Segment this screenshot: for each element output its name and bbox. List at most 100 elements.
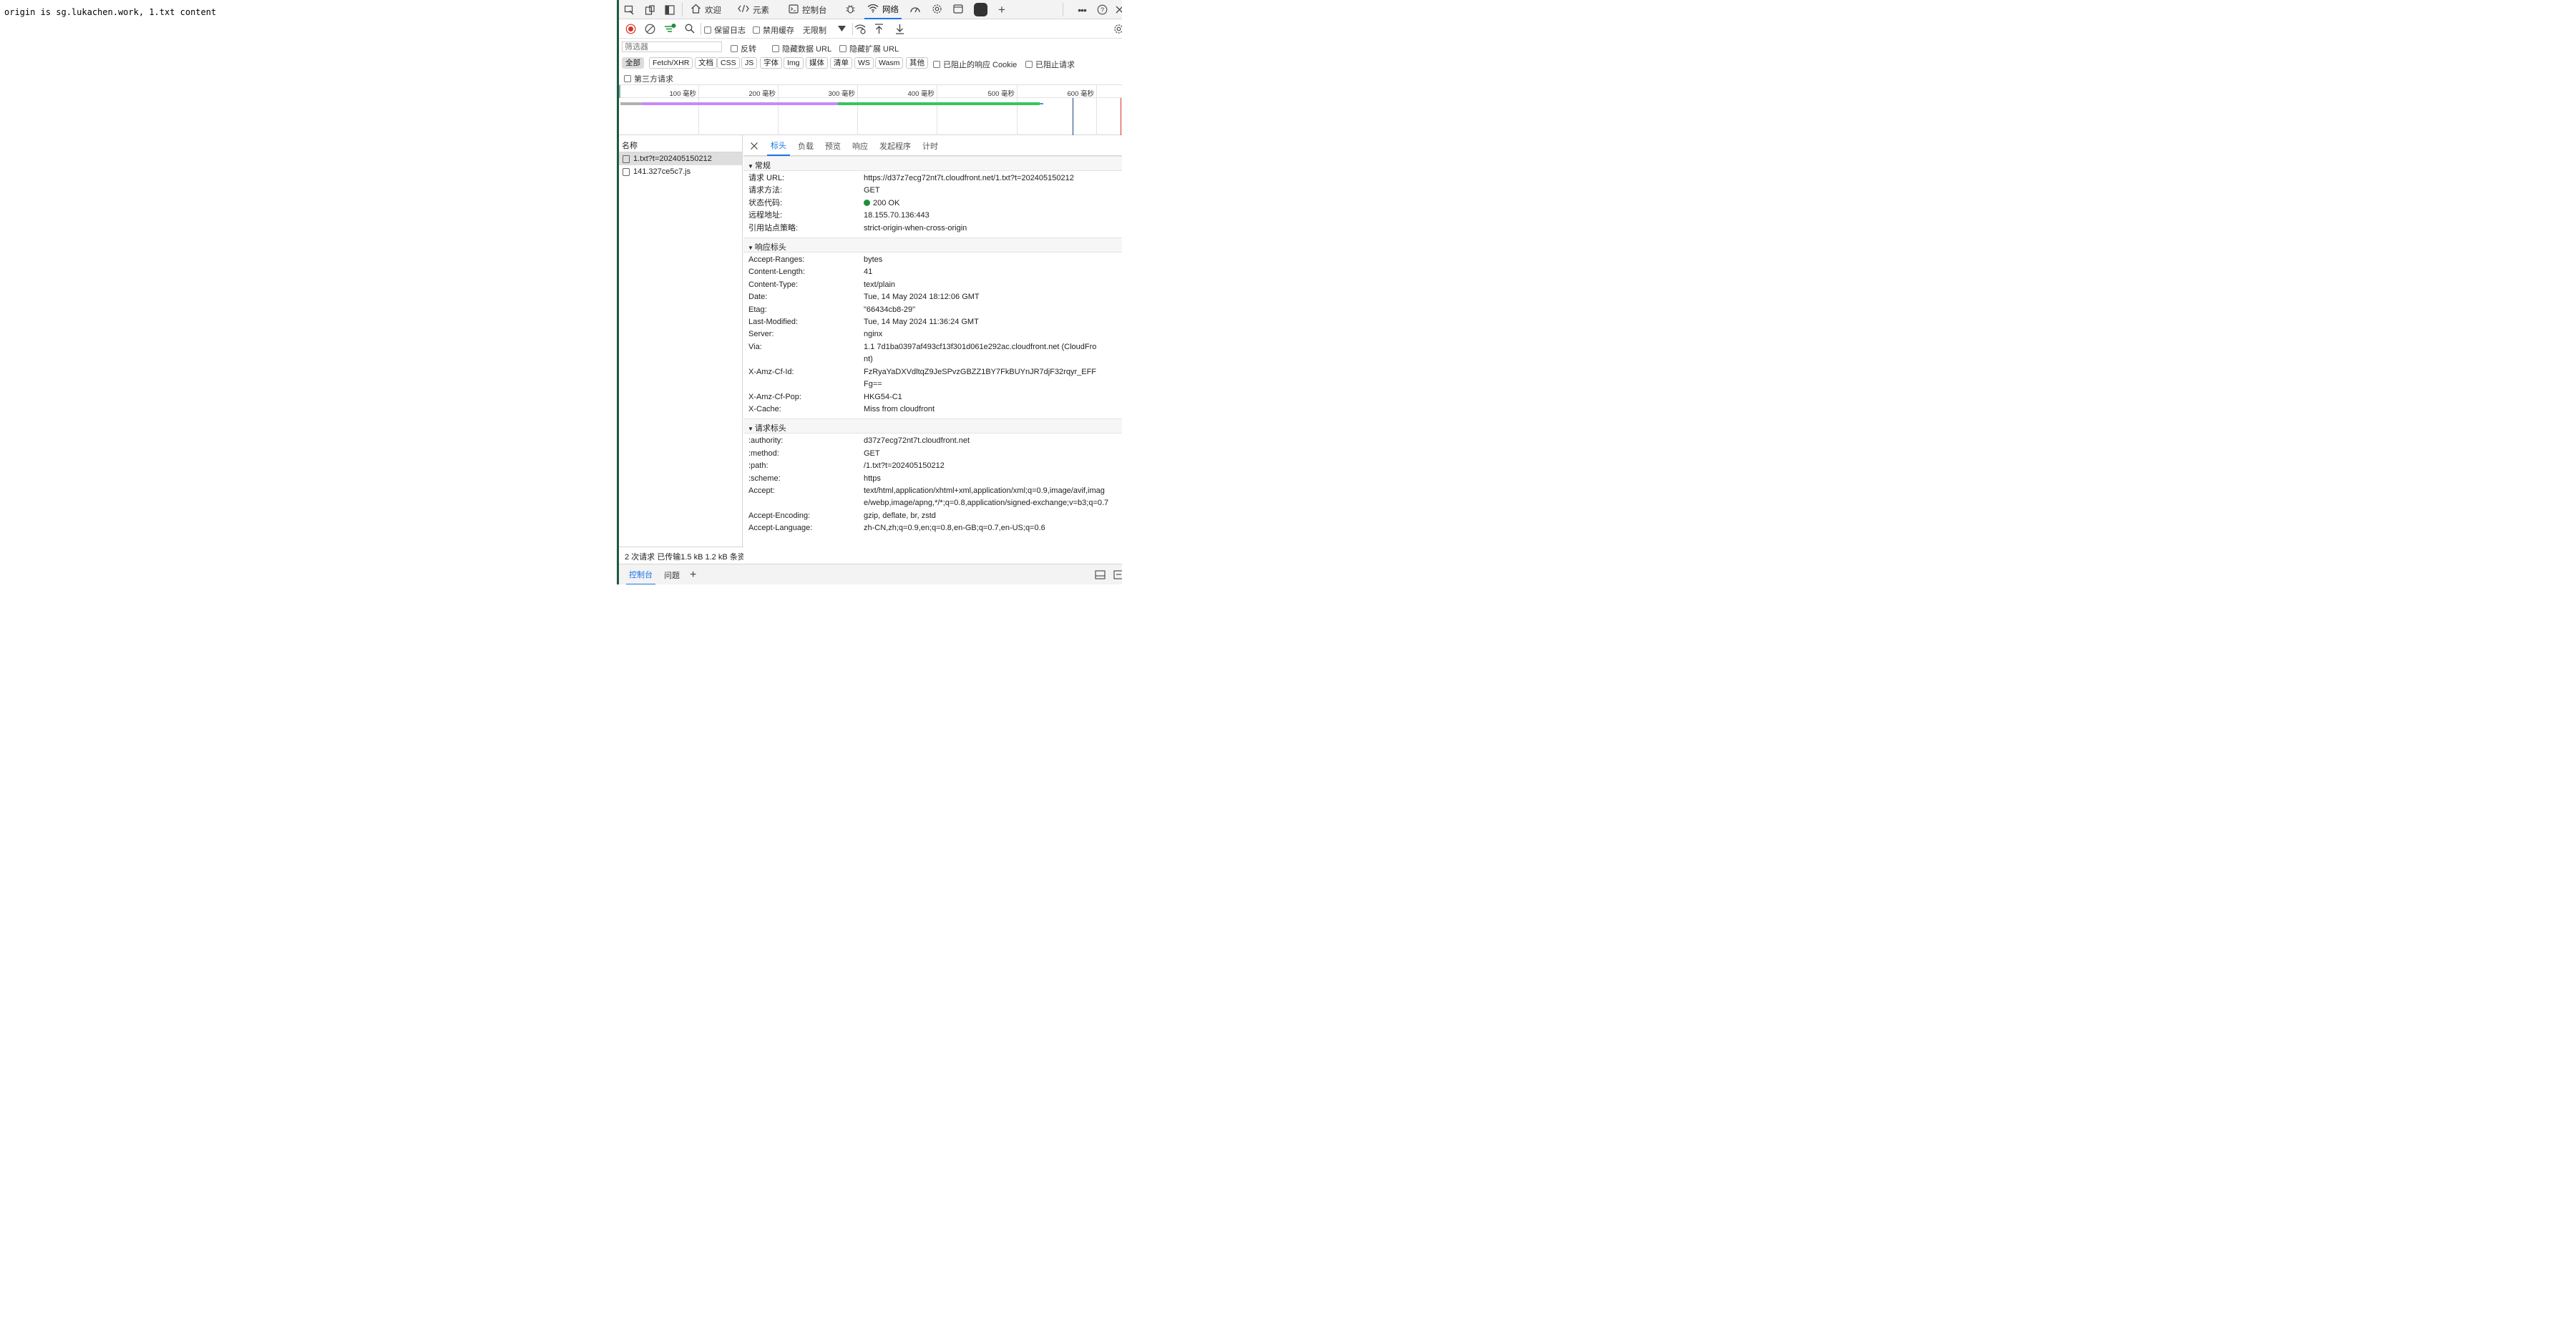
header-row: Accept-Encoding: gzip, deflate, br, zstd bbox=[748, 511, 936, 520]
tab-settings-panel[interactable] bbox=[932, 0, 942, 19]
request-row[interactable]: 141.327ce5c7.js bbox=[619, 165, 742, 178]
blocked-cookies-checkbox[interactable]: 已阻止的响应 Cookie bbox=[933, 59, 1017, 70]
section-general-header[interactable]: ▼ 常规 bbox=[743, 156, 1122, 171]
type-filter-other[interactable]: 其他 bbox=[906, 57, 928, 69]
type-filter-img[interactable]: Img bbox=[784, 57, 804, 69]
close-icon[interactable] bbox=[749, 141, 758, 150]
filter-input[interactable] bbox=[622, 41, 722, 52]
hide-extension-url-checkbox[interactable]: 隐藏扩展 URL bbox=[839, 43, 899, 54]
svg-text:?: ? bbox=[1101, 6, 1104, 14]
separator bbox=[682, 3, 683, 16]
filter-bar: 反转 隐藏数据 URL 隐藏扩展 URL 全部 Fetch/XHR 文档 CSS… bbox=[619, 39, 1122, 85]
tab-label: 控制台 bbox=[802, 6, 827, 15]
timeline-overview[interactable]: 100 毫秒 200 毫秒 300 毫秒 400 毫秒 500 毫秒 600 毫… bbox=[619, 85, 1122, 135]
third-party-checkbox[interactable]: 第三方请求 bbox=[624, 73, 673, 84]
timeline-tick bbox=[1017, 85, 1018, 135]
close-drawer-icon[interactable] bbox=[1113, 569, 1122, 580]
drawer-add-icon[interactable]: + bbox=[690, 564, 696, 584]
extension-icon bbox=[974, 3, 987, 16]
header-row: :method: GET bbox=[748, 449, 880, 458]
tab-label: 欢迎 bbox=[705, 6, 721, 15]
tab-timing[interactable]: 计时 bbox=[922, 135, 938, 156]
dock-side-icon[interactable] bbox=[664, 4, 675, 16]
tab-initiator[interactable]: 发起程序 bbox=[879, 135, 911, 156]
type-filter-font[interactable]: 字体 bbox=[760, 57, 782, 69]
tab-network[interactable]: 网络 bbox=[864, 0, 902, 19]
network-settings-icon[interactable] bbox=[1113, 23, 1122, 34]
page-text: origin is sg.lukachen.work, 1.txt conten… bbox=[4, 7, 217, 17]
blocked-requests-checkbox[interactable]: 已阻止请求 bbox=[1025, 59, 1075, 70]
header-row: 引用站点策略: strict-origin-when-cross-origin bbox=[748, 223, 967, 232]
home-icon bbox=[691, 4, 701, 16]
type-filter-ws[interactable]: WS bbox=[854, 57, 874, 69]
page-viewport: origin is sg.lukachen.work, 1.txt conten… bbox=[0, 0, 617, 584]
overview-handle[interactable] bbox=[619, 85, 620, 98]
type-filter-doc[interactable]: 文档 bbox=[695, 57, 717, 69]
browser-window: origin is sg.lukachen.work, 1.txt conten… bbox=[0, 0, 1122, 584]
header-row: Content-Type: text/plain bbox=[748, 280, 896, 289]
device-toggle-icon[interactable] bbox=[644, 4, 655, 16]
type-filter-wasm[interactable]: Wasm bbox=[875, 57, 904, 69]
tab-payload[interactable]: 负载 bbox=[798, 135, 814, 156]
add-tab-button[interactable]: + bbox=[998, 0, 1005, 19]
type-filter-all[interactable]: 全部 bbox=[622, 57, 644, 69]
tab-extension[interactable] bbox=[974, 0, 987, 19]
clear-icon[interactable] bbox=[644, 23, 655, 34]
timeline-tick bbox=[857, 85, 858, 135]
help-icon[interactable]: ? bbox=[1096, 4, 1108, 16]
timeline-tick-label: 100 毫秒 bbox=[669, 90, 697, 98]
section-request-headers: :authority: d37z7ecg72nt7t.cloudfront.net… bbox=[743, 434, 1122, 537]
waterfall-download bbox=[838, 102, 1040, 105]
record-icon[interactable] bbox=[625, 23, 636, 34]
header-row: Accept-Language: zh-CN,zh;q=0.9,en;q=0.8,… bbox=[748, 524, 1045, 533]
type-filter-fetch[interactable]: Fetch/XHR bbox=[649, 57, 693, 69]
type-filter-js[interactable]: JS bbox=[741, 57, 758, 69]
timeline-tick-label: 400 毫秒 bbox=[907, 90, 935, 98]
devtools-tab-bar: 欢迎 元素 控制台 网络 + ••• ? bbox=[619, 0, 1122, 19]
tab-console[interactable]: 控制台 bbox=[789, 0, 827, 19]
tab-application[interactable] bbox=[953, 0, 963, 19]
inspect-icon[interactable] bbox=[623, 4, 635, 16]
tab-elements[interactable]: 元素 bbox=[738, 0, 769, 19]
section-request-headers-header[interactable]: ▼ 请求标头 bbox=[743, 418, 1122, 434]
invert-checkbox[interactable]: 反转 bbox=[731, 43, 756, 54]
document-icon bbox=[623, 155, 630, 163]
upload-icon[interactable] bbox=[873, 23, 884, 34]
type-filter-css[interactable]: CSS bbox=[717, 57, 740, 69]
section-response-headers-header[interactable]: ▼ 响应标头 bbox=[743, 237, 1122, 253]
filter-toggle-icon[interactable] bbox=[663, 22, 676, 35]
tab-welcome[interactable]: 欢迎 bbox=[691, 0, 721, 19]
drawer-tab-console[interactable]: 控制台 bbox=[626, 564, 655, 584]
network-conditions-icon[interactable] bbox=[854, 23, 867, 34]
name-column-header[interactable]: 名称 bbox=[619, 135, 742, 152]
close-devtools-icon[interactable] bbox=[1113, 4, 1122, 16]
more-icon[interactable]: ••• bbox=[1075, 4, 1088, 16]
tab-performance[interactable] bbox=[909, 0, 921, 19]
timeline-tick-label: 300 毫秒 bbox=[828, 90, 856, 98]
download-icon[interactable] bbox=[894, 23, 905, 34]
details-tab-bar: 标头 负载 预览 响应 发起程序 计时 bbox=[743, 135, 1122, 156]
throttle-select[interactable]: 无限制 bbox=[803, 24, 826, 36]
type-filter-media[interactable]: 媒体 bbox=[806, 57, 828, 69]
timeline-tick bbox=[778, 85, 779, 135]
section-response-headers: Accept-Ranges: bytes Content-Length: 41 Co… bbox=[743, 253, 1122, 418]
plus-icon: + bbox=[998, 2, 1005, 16]
request-name: 1.txt?t=202405150212 bbox=[633, 155, 712, 163]
header-row: Etag: "66434cb8-29" bbox=[748, 305, 916, 314]
code-icon bbox=[738, 4, 749, 15]
dock-drawer-icon[interactable] bbox=[1094, 569, 1106, 580]
header-row: 远程地址: 18.155.70.136:443 bbox=[748, 211, 930, 220]
header-row: X-Amz-Cf-Pop: HKG54-C1 bbox=[748, 392, 902, 401]
chevron-down-icon[interactable] bbox=[836, 23, 847, 34]
hide-data-url-checkbox[interactable]: 隐藏数据 URL bbox=[772, 43, 831, 54]
request-row[interactable]: 1.txt?t=202405150212 bbox=[619, 152, 742, 165]
tab-bug[interactable] bbox=[845, 0, 856, 19]
disable-cache-checkbox[interactable]: 禁用缓存 bbox=[753, 24, 794, 36]
search-icon[interactable] bbox=[684, 23, 696, 34]
tab-response[interactable]: 响应 bbox=[852, 135, 868, 156]
tab-preview[interactable]: 预览 bbox=[825, 135, 841, 156]
preserve-log-checkbox[interactable]: 保留日志 bbox=[704, 24, 746, 36]
drawer-tab-issues[interactable]: 问题 bbox=[664, 564, 680, 584]
tab-headers[interactable]: 标头 bbox=[767, 135, 790, 156]
type-filter-manifest[interactable]: 清单 bbox=[830, 57, 852, 69]
